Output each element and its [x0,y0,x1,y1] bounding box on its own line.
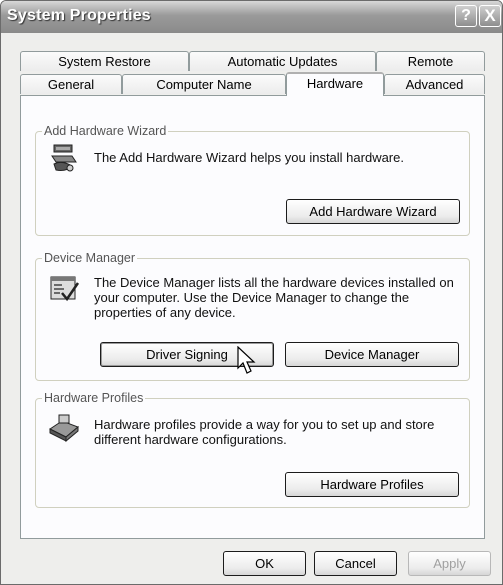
add-hardware-wizard-legend: Add Hardware Wizard [42,124,169,138]
add-hardware-wizard-description: The Add Hardware Wizard helps you instal… [94,150,404,165]
hardware-tab-panel: Add Hardware Wizard The Add Hardware Wiz… [20,95,485,539]
device-manager-description: The Device Manager lists all the hardwar… [94,275,454,320]
tab-automatic-updates[interactable]: Automatic Updates [189,51,376,71]
hardware-profiles-icon [49,414,79,443]
add-hardware-wizard-button[interactable]: Add Hardware Wizard [286,199,460,224]
close-button[interactable]: X [479,5,501,27]
device-manager-button[interactable]: Device Manager [285,342,459,367]
system-properties-window: System Properties ? X System Restore Aut… [0,0,503,585]
tab-system-restore[interactable]: System Restore [20,51,189,71]
hardware-profiles-group: Hardware Profiles Hardware profiles prov… [35,391,470,508]
title-bar[interactable]: System Properties ? X [1,1,502,33]
hardware-profiles-legend: Hardware Profiles [42,391,146,405]
mouse-pointer-icon [237,346,256,374]
tab-advanced[interactable]: Advanced [384,74,485,94]
help-button[interactable]: ? [455,5,477,27]
tab-hardware[interactable]: Hardware [286,72,384,96]
device-manager-icon [50,276,80,302]
apply-button[interactable]: Apply [408,551,491,576]
tab-remote[interactable]: Remote [376,51,485,71]
cancel-button[interactable]: Cancel [314,551,397,576]
tab-general[interactable]: General [20,74,122,94]
add-hardware-wizard-icon [51,144,77,172]
tab-computer-name[interactable]: Computer Name [122,74,286,94]
device-manager-legend: Device Manager [42,251,138,265]
hardware-profiles-button[interactable]: Hardware Profiles [285,472,459,497]
hardware-profiles-description: Hardware profiles provide a way for you … [94,417,435,447]
add-hardware-wizard-group: Add Hardware Wizard The Add Hardware Wiz… [35,124,470,236]
window-title: System Properties [7,7,151,24]
ok-button[interactable]: OK [223,551,306,576]
